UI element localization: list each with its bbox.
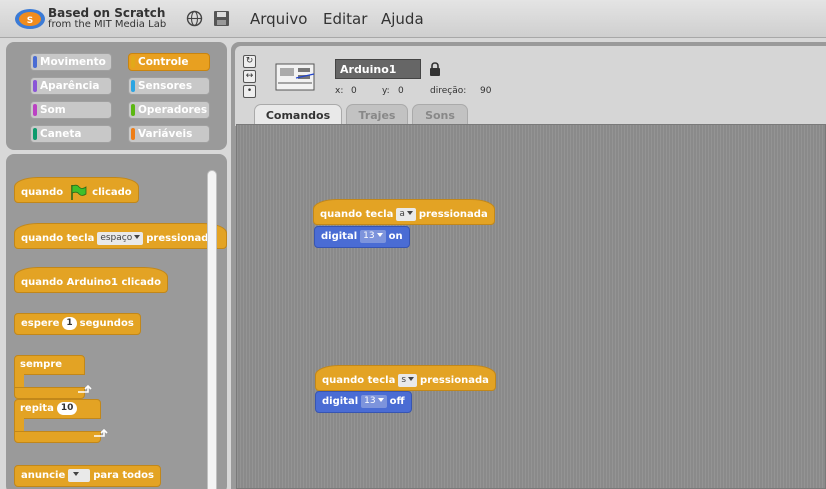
sprite-name-field[interactable]: Arduino1 — [335, 59, 421, 79]
rotate-all-around-icon[interactable]: ↻ — [243, 55, 256, 68]
loop-arrow-icon — [78, 385, 92, 393]
when-sprite-clicked-block[interactable]: quando Arduino1 clicado — [14, 267, 168, 293]
category-sensores[interactable]: Sensores — [128, 77, 210, 95]
when-key-pressed-block[interactable]: quando tecla espaço pressionada — [14, 223, 227, 249]
script1-when-key-block[interactable]: quando tecla a pressionada — [313, 199, 495, 225]
y-value: 0 — [398, 86, 404, 96]
x-value: 0 — [351, 86, 357, 96]
direction-value: 90 — [480, 86, 492, 96]
key-dropdown[interactable]: espaço — [97, 231, 144, 245]
loop-arrow-icon — [94, 429, 108, 437]
logo-title: Based on Scratch — [48, 6, 166, 20]
svg-text:S: S — [27, 16, 33, 26]
menu-editar[interactable]: Editar — [323, 10, 367, 28]
wait-block[interactable]: espere 1 segundos — [14, 313, 141, 335]
script2-pin-dropdown[interactable]: 13 — [361, 394, 387, 408]
wait-seconds-input[interactable]: 1 — [62, 316, 77, 330]
chevron-down-icon — [408, 377, 415, 381]
chevron-down-icon — [376, 233, 383, 237]
category-aparencia[interactable]: Aparência — [30, 77, 112, 95]
direction-label: direção: — [430, 86, 467, 96]
script1-key-dropdown[interactable]: a — [396, 207, 416, 221]
broadcast-block[interactable]: anuncie para todos — [14, 465, 161, 487]
sprite-thumbnail — [275, 63, 315, 91]
chevron-down-icon — [377, 398, 384, 402]
logo-subtitle: from the MIT Media Lab — [48, 19, 167, 30]
tab-trajes[interactable]: Trajes — [346, 104, 408, 126]
script1-pin-dropdown[interactable]: 13 — [360, 229, 386, 243]
category-operadores[interactable]: Operadores — [128, 101, 210, 119]
category-caneta[interactable]: Caneta — [30, 125, 112, 143]
menu-ajuda[interactable]: Ajuda — [381, 10, 424, 28]
script1-digital-block[interactable]: digital 13 on — [314, 226, 410, 248]
category-controle[interactable]: Controle — [128, 53, 210, 71]
menu-arquivo[interactable]: Arquivo — [250, 10, 307, 28]
script2-when-key-block[interactable]: quando tecla s pressionada — [315, 365, 496, 391]
no-rotate-icon[interactable]: • — [243, 85, 256, 98]
x-label: x: — [335, 86, 344, 96]
category-som[interactable]: Som — [30, 101, 112, 119]
lock-icon[interactable] — [429, 62, 441, 76]
chevron-down-icon — [406, 211, 413, 215]
repeat-count-input[interactable]: 10 — [56, 401, 78, 415]
scratch-logo-icon: S — [15, 9, 45, 29]
rotate-left-right-icon[interactable]: ↔ — [243, 70, 256, 83]
category-movimento[interactable]: Movimento — [30, 53, 112, 71]
chevron-down-icon — [134, 235, 141, 239]
save-icon[interactable] — [213, 10, 230, 27]
tab-comandos[interactable]: Comandos — [254, 104, 342, 126]
when-flag-clicked-block[interactable]: quando clicado — [14, 177, 139, 203]
palette-scrollbar[interactable] — [207, 170, 217, 489]
top-bar: S Based on Scratch from the MIT Media La… — [0, 0, 826, 38]
category-variaveis[interactable]: Variáveis — [128, 125, 210, 143]
green-flag-icon — [70, 184, 87, 200]
tab-sons[interactable]: Sons — [412, 104, 468, 126]
broadcast-dropdown[interactable] — [68, 468, 91, 482]
globe-icon[interactable] — [186, 10, 203, 27]
script2-key-dropdown[interactable]: s — [398, 373, 418, 387]
script2-digital-block[interactable]: digital 13 off — [315, 391, 412, 413]
chevron-down-icon — [73, 472, 80, 476]
script-area[interactable] — [236, 124, 826, 489]
y-label: y: — [382, 86, 390, 96]
